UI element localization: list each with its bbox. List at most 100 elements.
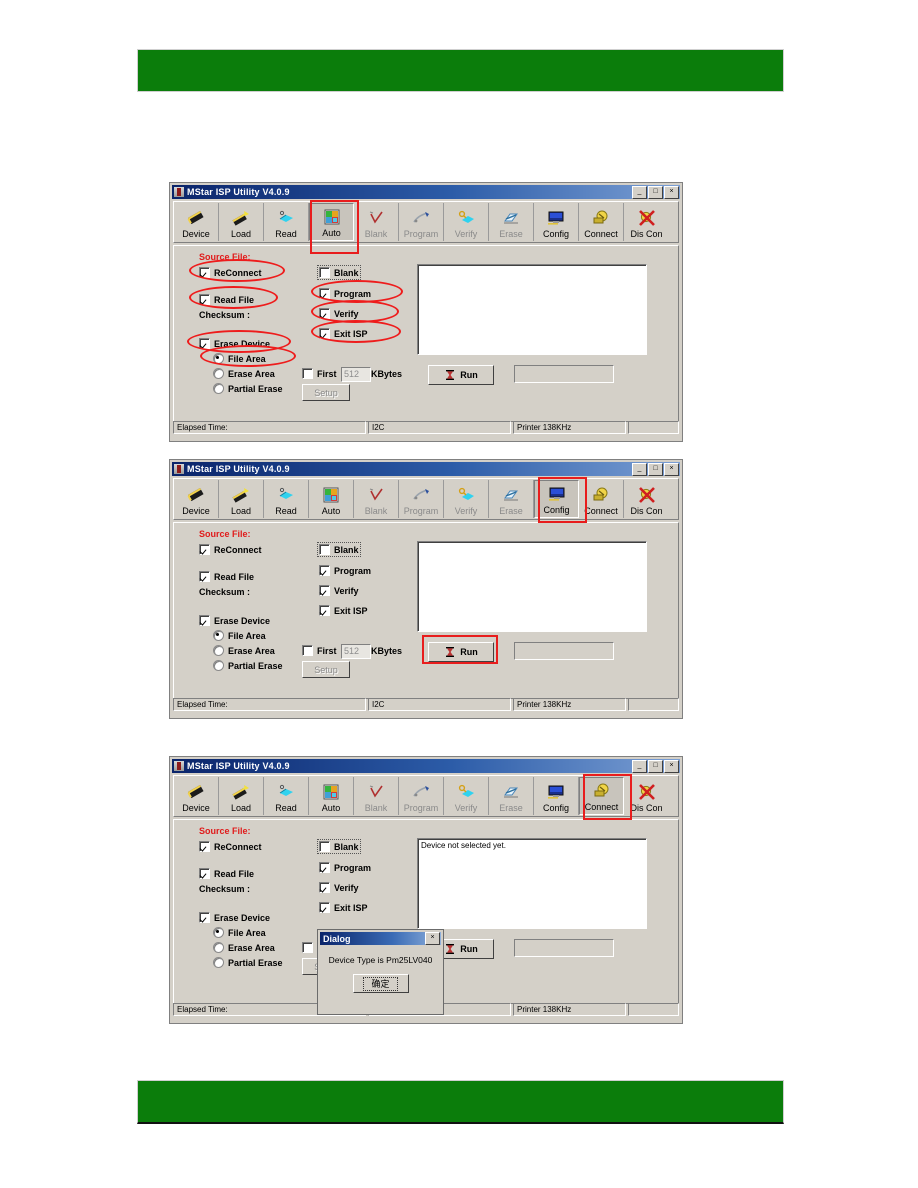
close-button[interactable]: × [664,462,679,476]
hourglass-icon [446,647,455,657]
toolbar-button-erase[interactable]: Erase [489,777,534,815]
toolbar-button-config[interactable]: Config [534,480,579,518]
checkbox-verify[interactable]: Verify [319,308,359,319]
checkbox-exit-isp[interactable]: Exit ISP [319,902,368,913]
checkbox-program[interactable]: Program [319,288,371,299]
window-controls[interactable]: _ □ × [632,759,679,773]
dialog-close-button[interactable]: × [425,932,440,945]
radio-file-area[interactable]: File Area [213,927,266,938]
toolbar-button-verify[interactable]: Verify [444,480,489,518]
checkbox-program[interactable]: Program [319,565,371,576]
checkbox-erase-device[interactable]: Erase Device [199,615,270,626]
toolbar-button-dis-con[interactable]: Dis Con [624,480,669,518]
toolbar-button-load[interactable]: Load [219,777,264,815]
checkbox-erase-device[interactable]: Erase Device [199,338,270,349]
toolbar-button-config[interactable]: Config [534,777,579,815]
toolbar-button-auto[interactable]: Auto [309,777,354,815]
minimize-button[interactable]: _ [632,759,647,773]
radio-erase-area[interactable]: Erase Area [213,942,275,953]
toolbar-button-read[interactable]: Read [264,777,309,815]
toolbar-button-program[interactable]: Program [399,777,444,815]
toolbar-button-erase[interactable]: Erase [489,203,534,241]
checkbox-blank[interactable]: Blank [317,839,361,854]
radio-file-area[interactable]: File Area [213,630,266,641]
toolbar-button-device[interactable]: Device [174,777,219,815]
toolbar-button-dis-con[interactable]: Dis Con [624,203,669,241]
toolbar-button-blank[interactable]: Blank [354,480,399,518]
checkbox-exit-isp[interactable]: Exit ISP [319,605,368,616]
radio-erase-area[interactable]: Erase Area [213,368,275,379]
close-button[interactable]: × [664,185,679,199]
toolbar-button-load[interactable]: Load [219,480,264,518]
checkbox-reconnect[interactable]: ReConnect [199,841,262,852]
toolbar-button-load[interactable]: Load [219,203,264,241]
minimize-button[interactable]: _ [632,462,647,476]
radio-partial-erase[interactable]: Partial Erase [213,383,283,394]
toolbar-button-auto[interactable]: Auto [309,480,354,518]
toolbar-button-verify[interactable]: Verify [444,777,489,815]
log-output-area[interactable] [417,264,647,355]
toolbar-button-program[interactable]: Program [399,480,444,518]
log-output-area[interactable] [417,541,647,632]
toolbar-button-config[interactable]: Config [534,203,579,241]
maximize-button[interactable]: □ [648,462,663,476]
disconnect-icon-wrap [637,781,657,803]
toolbar-button-label: Auto [321,803,341,813]
checkbox-reconnect[interactable]: ReConnect [199,267,262,278]
hourglass-icon [446,944,455,954]
setup-button[interactable]: Setup [302,661,350,678]
kbytes-unit-label: KBytes [371,646,403,656]
checkbox-verify[interactable]: Verify [319,882,359,893]
toolbar-button-verify[interactable]: Verify [444,203,489,241]
first-kbytes-input[interactable]: 512 [341,367,371,382]
toolbar-button-connect[interactable]: Connect [579,777,624,815]
run-button[interactable]: Run [428,642,494,662]
radio-partial-erase-label: Partial Erase [228,660,283,671]
radio-partial-erase[interactable]: Partial Erase [213,660,283,671]
program-pencil-icon [413,489,429,500]
toolbar-button-device[interactable]: Device [174,203,219,241]
minimize-button[interactable]: _ [632,185,647,199]
checkbox-verify[interactable]: Verify [319,585,359,596]
toolbar-button-erase[interactable]: Erase [489,480,534,518]
dialog-ok-button[interactable]: 确定 [352,974,409,993]
checkbox-exit-isp[interactable]: Exit ISP [319,328,368,339]
toolbar-button-blank[interactable]: Blank [354,203,399,241]
toolbar-button-auto[interactable]: Auto [309,203,354,241]
checkbox-first[interactable]: First [302,645,337,656]
chip-load-icon-wrap [231,781,251,803]
first-kbytes-input[interactable]: 512 [341,644,371,659]
checkbox-program[interactable]: Program [319,862,371,873]
toolbar-button-read[interactable]: Read [264,203,309,241]
checkbox-reconnect[interactable]: ReConnect [199,544,262,555]
window-controls[interactable]: _ □ × [632,462,679,476]
log-output-area[interactable]: Device not selected yet. [417,838,647,929]
toolbar-button-dis-con[interactable]: Dis Con [624,777,669,815]
checkbox-blank[interactable]: Blank [317,265,361,280]
toolbar-button-blank[interactable]: Blank [354,777,399,815]
checkbox-read-file[interactable]: Read File [199,294,254,305]
maximize-button[interactable]: □ [648,185,663,199]
blank-check-icon [369,488,383,501]
maximize-button[interactable]: □ [648,759,663,773]
radio-file-area[interactable]: File Area [213,353,266,364]
radio-partial-erase[interactable]: Partial Erase [213,957,283,968]
checkbox-first[interactable]: First [302,368,337,379]
run-button[interactable]: Run [428,365,494,385]
toolbar-button-connect[interactable]: Connect [579,480,624,518]
radio-erase-area[interactable]: Erase Area [213,645,275,656]
isp-utility-window-2: MStar ISP Utility V4.0.9 _ □ × Device Loa… [170,460,682,718]
checkbox-read-file[interactable]: Read File [199,571,254,582]
checkbox-blank[interactable]: Blank [317,542,361,557]
toolbar-button-program[interactable]: Program [399,203,444,241]
window-controls[interactable]: _ □ × [632,185,679,199]
toolbar-button-label: Read [275,803,297,813]
toolbar-button-connect[interactable]: Connect [579,203,624,241]
toolbar-button-device[interactable]: Device [174,480,219,518]
checkbox-erase-device[interactable]: Erase Device [199,912,270,923]
close-button[interactable]: × [664,759,679,773]
toolbar-button-read[interactable]: Read [264,480,309,518]
status-extra [628,421,679,434]
checkbox-read-file[interactable]: Read File [199,868,254,879]
setup-button[interactable]: Setup [302,384,350,401]
